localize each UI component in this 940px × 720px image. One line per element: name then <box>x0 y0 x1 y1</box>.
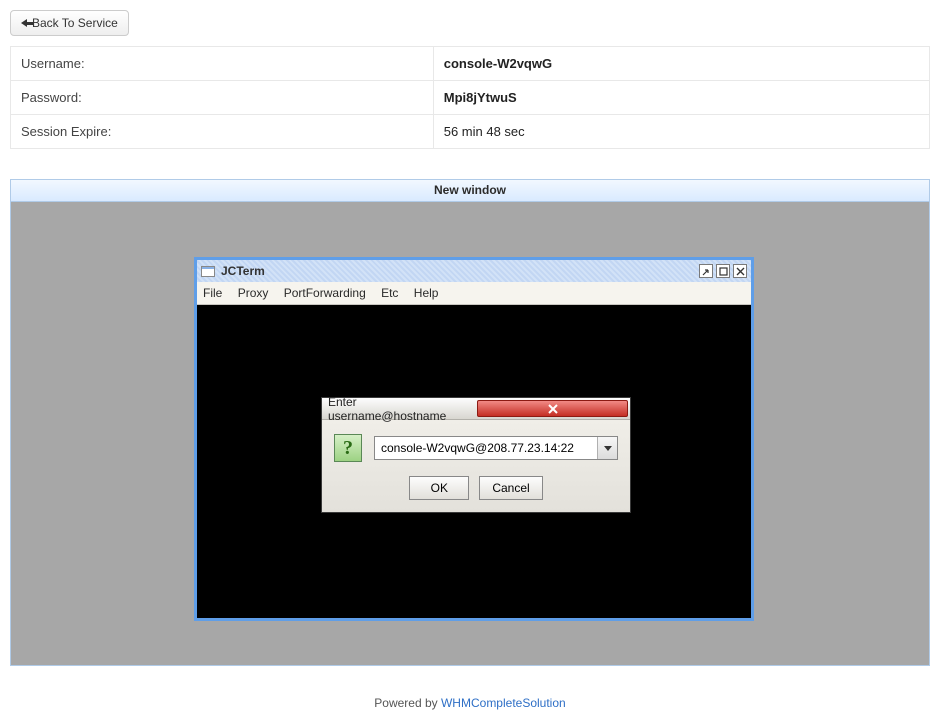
question-icon: ? <box>334 434 362 462</box>
terminal-body[interactable]: Enter username@hostname ? <box>197 305 751 618</box>
back-to-service-button[interactable]: Back To Service <box>10 10 129 36</box>
menu-etc[interactable]: Etc <box>381 286 398 300</box>
dialog-close-button[interactable] <box>477 400 628 417</box>
dialog-title: Enter username@hostname <box>328 395 477 423</box>
connect-dialog: Enter username@hostname ? <box>321 397 631 513</box>
table-row: Username: console-W2vqwG <box>11 47 930 81</box>
cancel-button[interactable]: Cancel <box>479 476 542 500</box>
ok-button[interactable]: OK <box>409 476 469 500</box>
new-window-label: New window <box>434 183 506 197</box>
host-combobox[interactable] <box>374 436 618 460</box>
footer-prefix: Powered by <box>374 696 441 710</box>
window-icon <box>201 266 215 277</box>
table-row: Session Expire: 56 min 48 sec <box>11 115 930 149</box>
arrow-left-icon <box>21 19 27 27</box>
session-info-table: Username: console-W2vqwG Password: Mpi8j… <box>10 46 930 149</box>
menu-proxy[interactable]: Proxy <box>238 286 269 300</box>
applet-area: JCTerm File Proxy PortForwarding <box>11 202 929 665</box>
host-input[interactable] <box>375 437 597 459</box>
dialog-titlebar[interactable]: Enter username@hostname <box>322 398 630 420</box>
close-icon[interactable] <box>733 264 747 278</box>
username-value: console-W2vqwG <box>433 47 929 81</box>
password-label: Password: <box>11 81 434 115</box>
menu-file[interactable]: File <box>203 286 222 300</box>
password-value: Mpi8jYtwuS <box>433 81 929 115</box>
menu-portforwarding[interactable]: PortForwarding <box>284 286 366 300</box>
jcterm-menubar: File Proxy PortForwarding Etc Help <box>197 282 751 305</box>
jcterm-window: JCTerm File Proxy PortForwarding <box>194 257 754 621</box>
footer: Powered by WHMCompleteSolution <box>10 696 930 710</box>
new-window-bar[interactable]: New window <box>11 180 929 202</box>
username-label: Username: <box>11 47 434 81</box>
back-button-label: Back To Service <box>32 16 118 30</box>
jcterm-title: JCTerm <box>221 264 699 278</box>
session-expire-label: Session Expire: <box>11 115 434 149</box>
maximize-icon[interactable] <box>716 264 730 278</box>
applet-container: New window JCTerm <box>10 179 930 666</box>
footer-link[interactable]: WHMCompleteSolution <box>441 696 566 710</box>
detach-icon[interactable] <box>699 264 713 278</box>
menu-help[interactable]: Help <box>414 286 439 300</box>
jcterm-titlebar[interactable]: JCTerm <box>197 260 751 282</box>
dropdown-arrow-icon[interactable] <box>597 437 617 459</box>
session-expire-value: 56 min 48 sec <box>433 115 929 149</box>
dialog-body: ? OK Cancel <box>322 420 630 512</box>
table-row: Password: Mpi8jYtwuS <box>11 81 930 115</box>
